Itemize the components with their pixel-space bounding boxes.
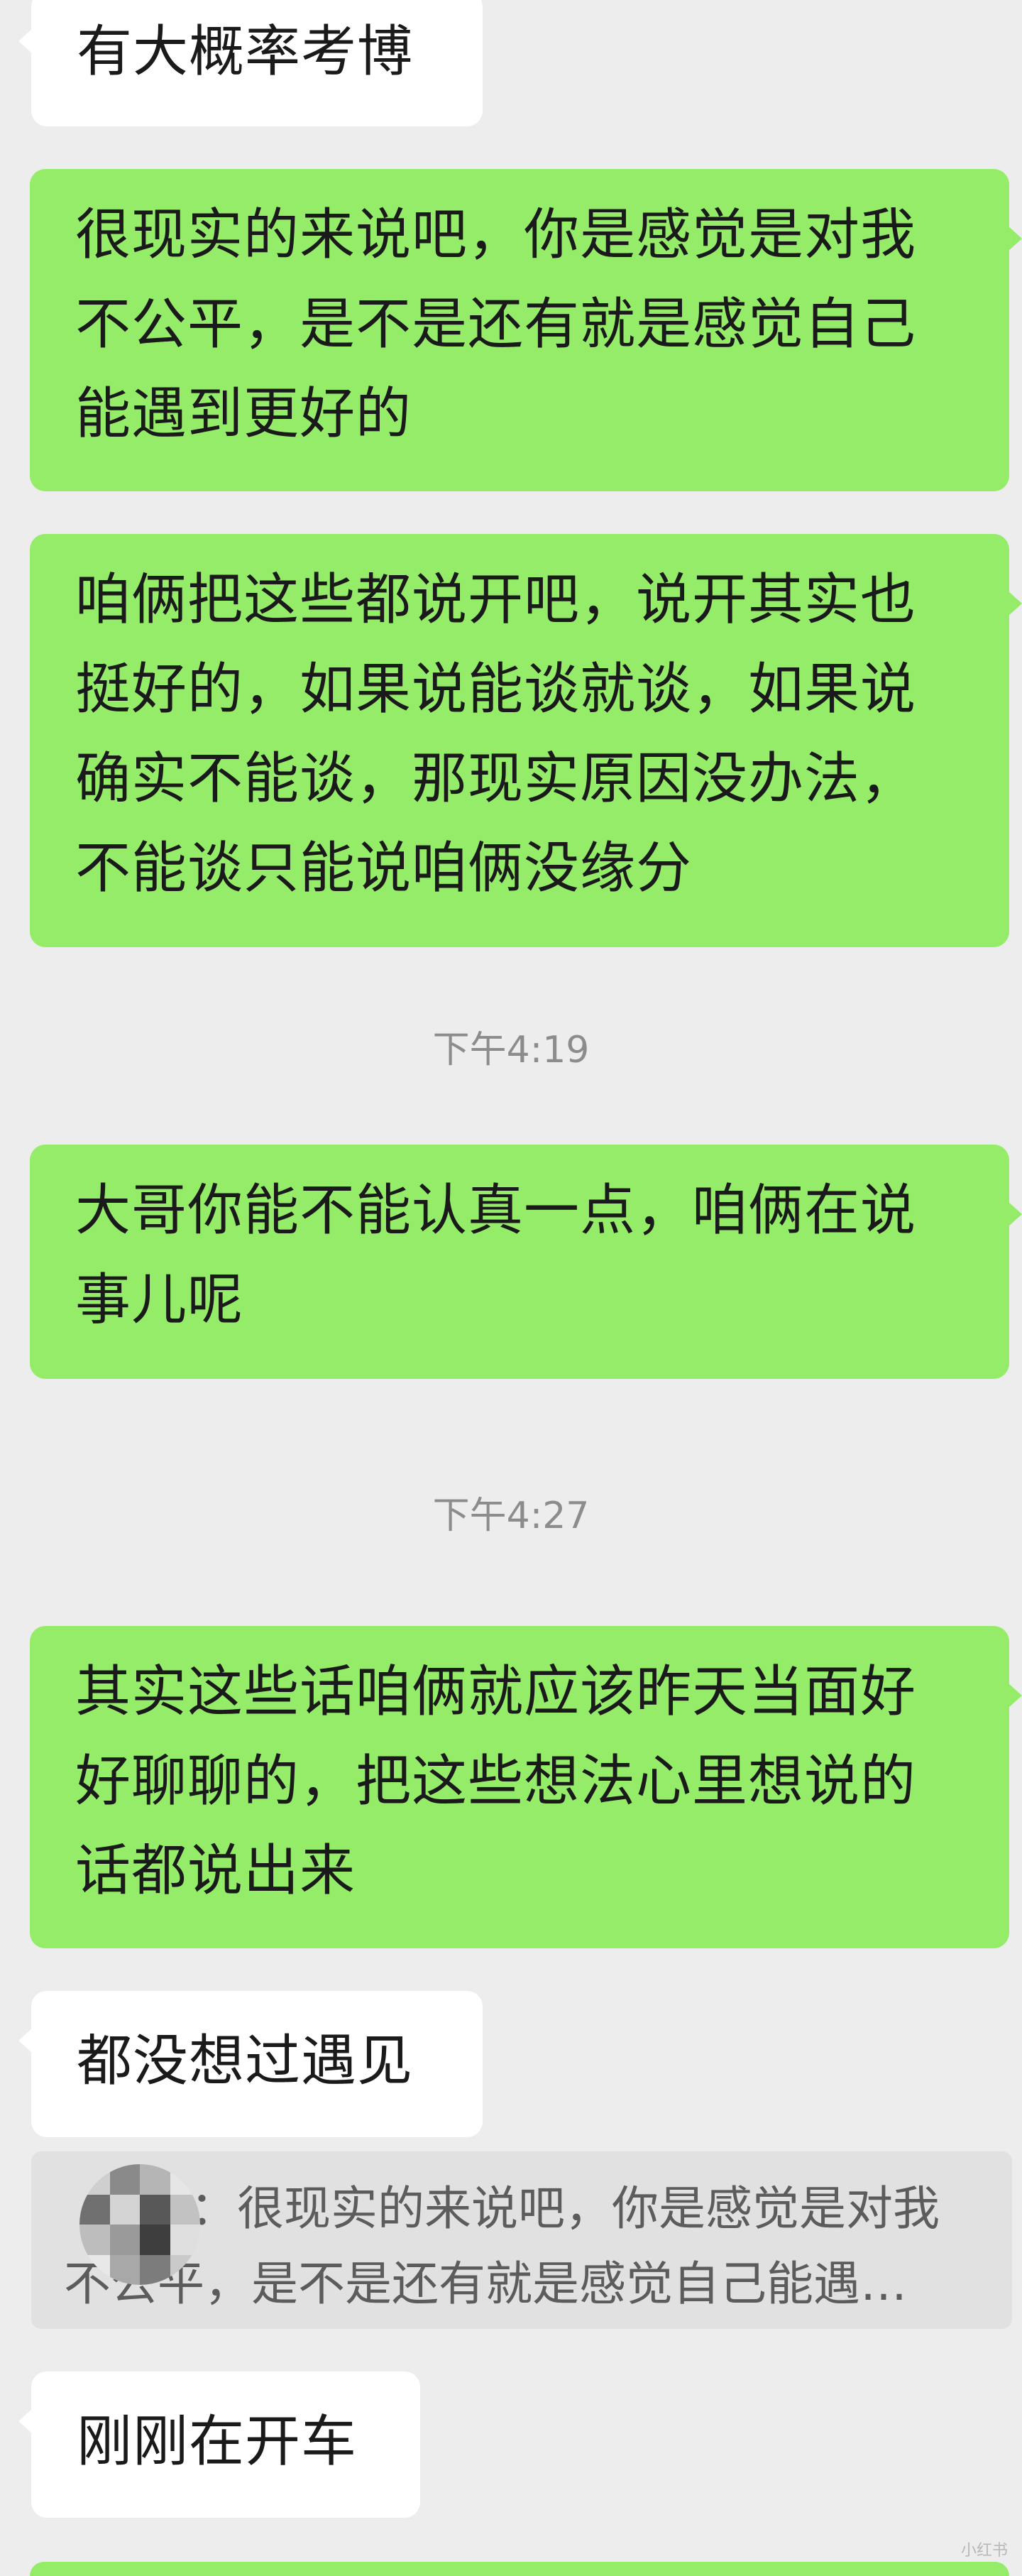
watermark: 小红书	[960, 2542, 1008, 2560]
message-bubble-sent[interactable]: 咱俩把这些都说开吧，说开其实也 挺好的，如果说能谈就谈，如果说 确实不能谈，那现…	[30, 534, 1022, 947]
quoted-text: ：很现实的来说吧，你是感觉是对我不公平，是不是还有就是感觉自己能遇…	[64, 2181, 940, 2311]
message-bubble-received[interactable]: 有大概率考博	[18, 0, 483, 126]
message-bubble-received[interactable]: 刚刚在开车	[18, 2372, 420, 2518]
timestamp: 下午4:27	[432, 1495, 590, 1537]
message-bubble-sent-partial[interactable]	[30, 2562, 1009, 2576]
message-bubble-sent[interactable]: 大哥你能不能认真一点，咱俩在说 事儿呢	[30, 1145, 1022, 1379]
message-bubble-sent[interactable]: 很现实的来说吧，你是感觉是对我 不公平，是不是还有就是感觉自己 能遇到更好的	[30, 169, 1022, 491]
message-bubble-received[interactable]: 都没想过遇见	[18, 1991, 483, 2137]
timestamp: 下午4:19	[432, 1029, 590, 1071]
avatar	[79, 2164, 200, 2285]
quoted-message[interactable]: ：很现实的来说吧，你是感觉是对我不公平，是不是还有就是感觉自己能遇…	[31, 2151, 1012, 2329]
message-bubble-sent[interactable]: 其实这些话咱俩就应该昨天当面好 好聊聊的，把这些想法心里想说的 话都说出来	[30, 1626, 1022, 1948]
